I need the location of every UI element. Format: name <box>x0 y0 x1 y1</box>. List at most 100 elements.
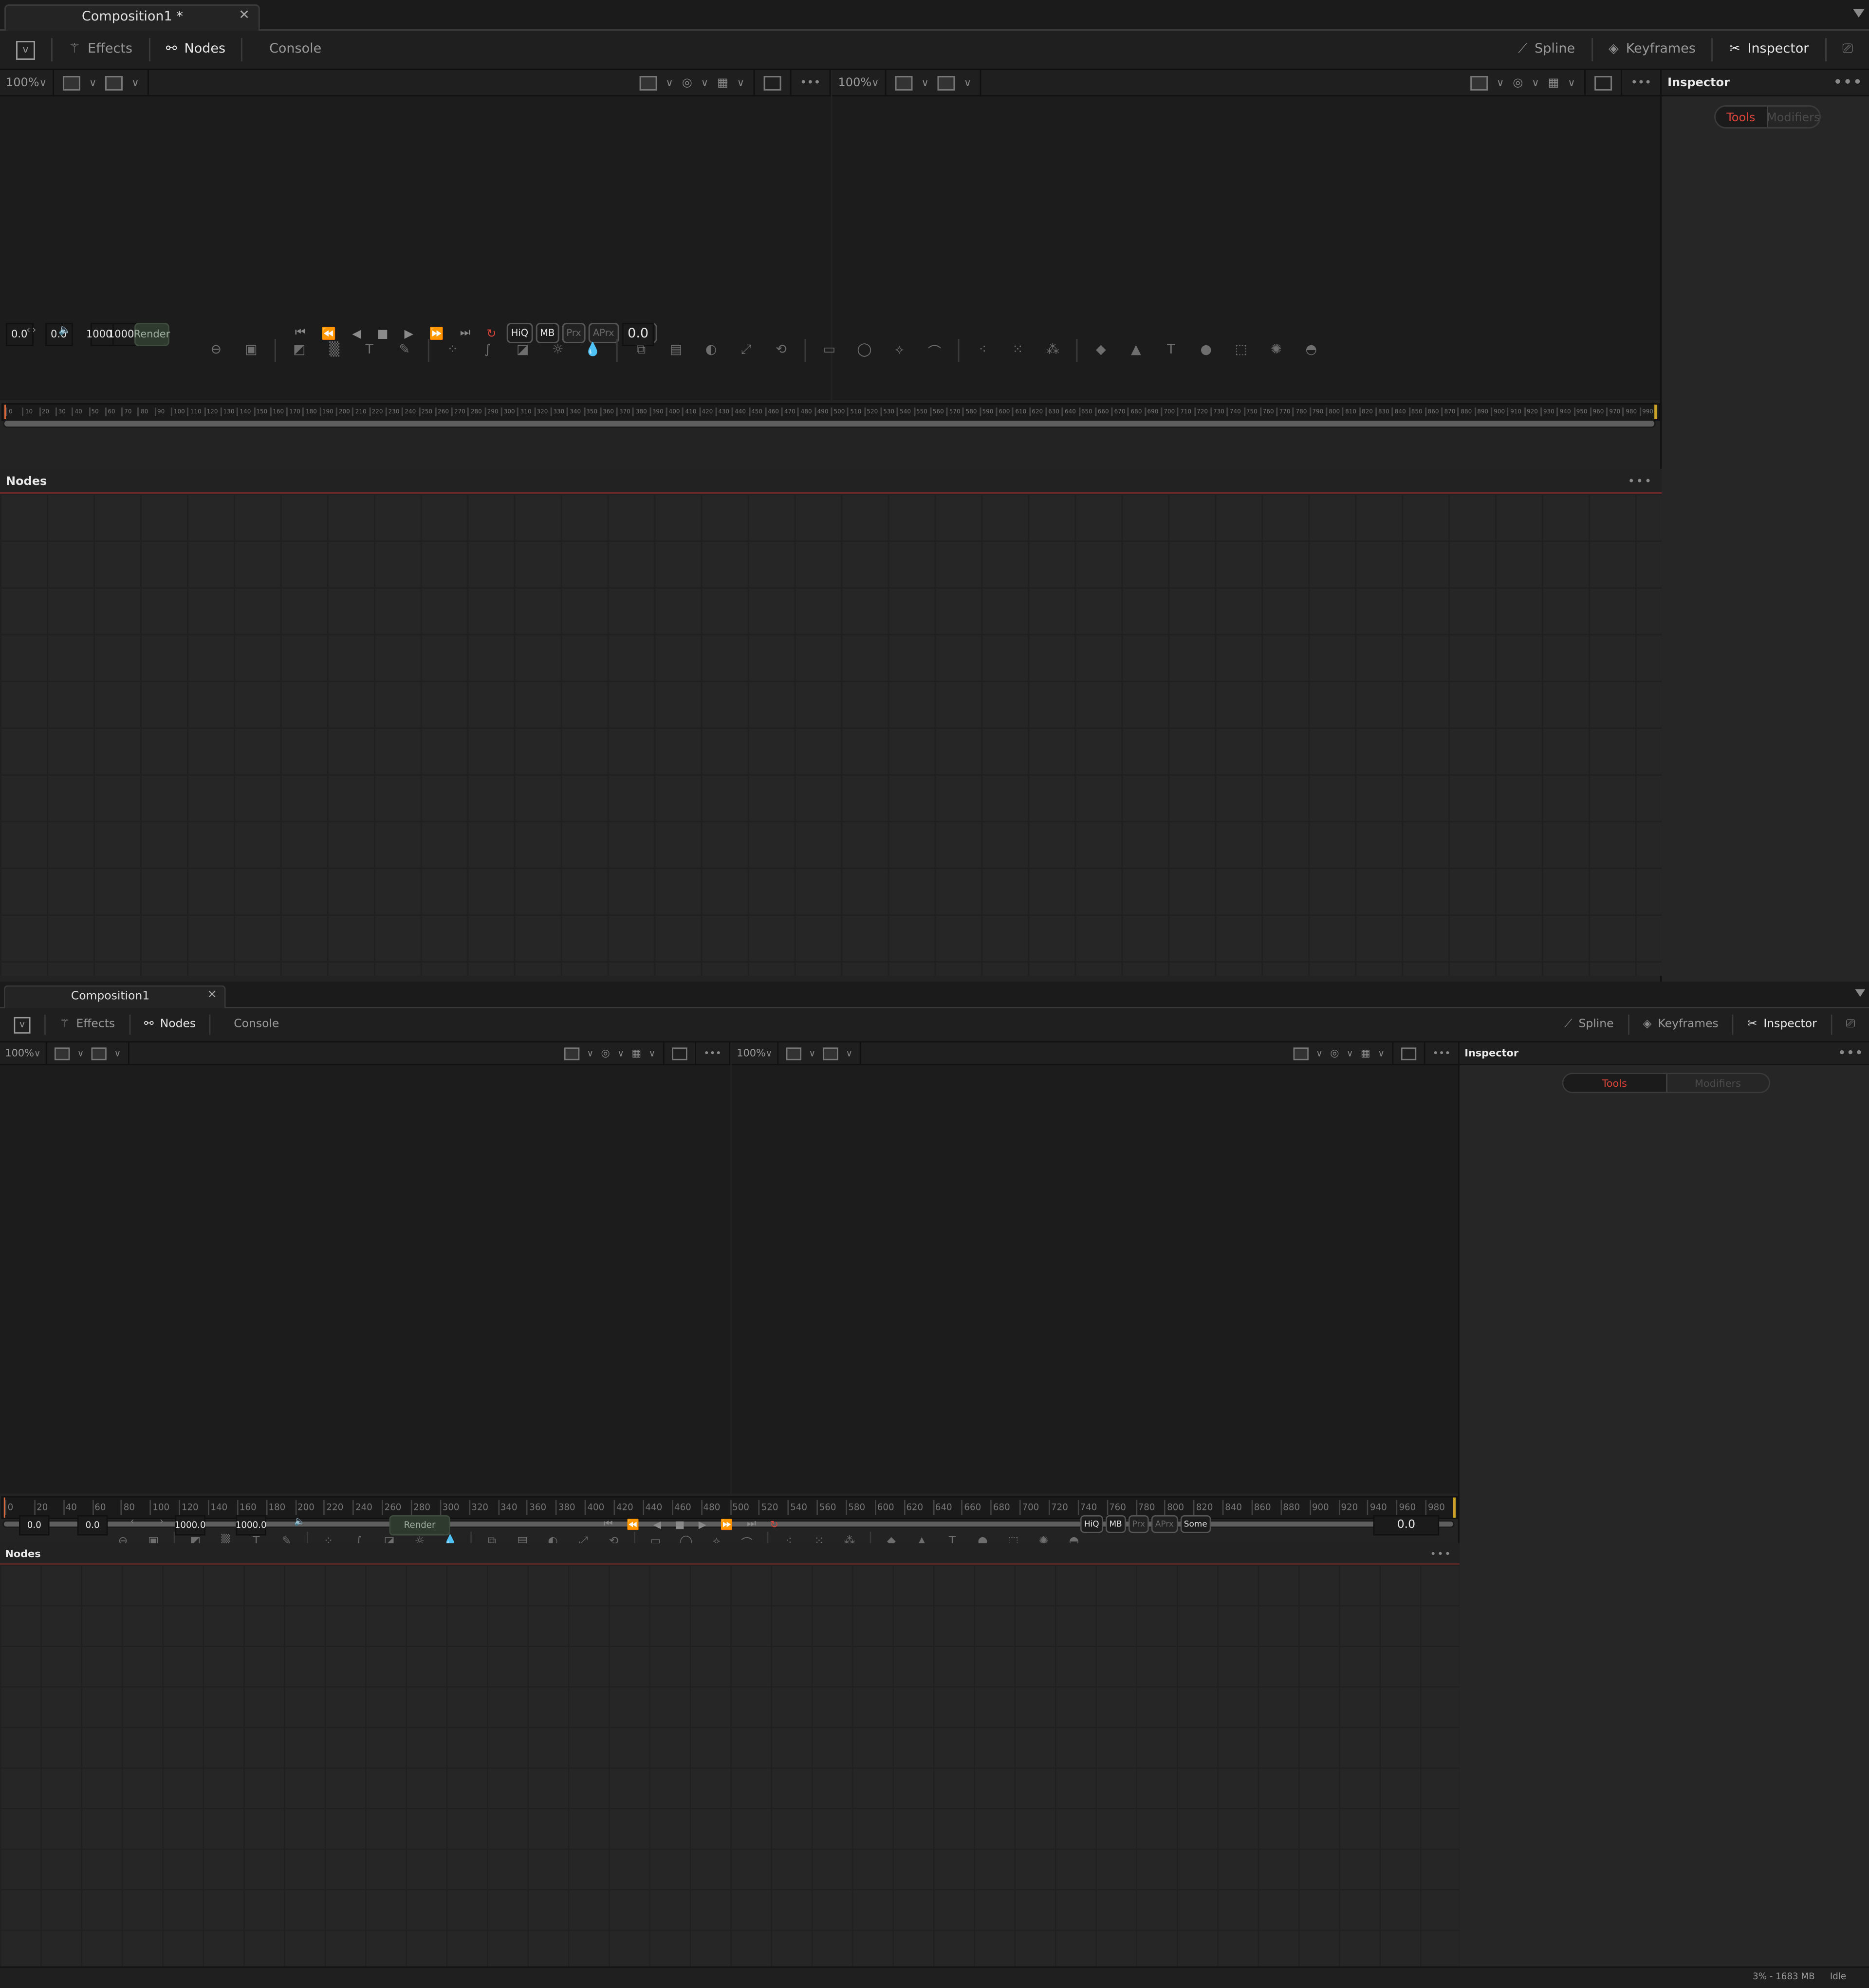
stop-icon[interactable]: ■ <box>675 1518 685 1529</box>
particle-merge-icon[interactable]: ⁂ <box>1038 339 1067 362</box>
go-to-end-icon[interactable]: ⏭ <box>747 1518 756 1530</box>
viewer-left-zoom[interactable]: 100% ∨ <box>0 70 54 95</box>
tab-modifiers[interactable]: Modifiers <box>1667 1074 1769 1092</box>
color-channels-icon[interactable]: ◎ <box>601 1047 610 1059</box>
resize-icon[interactable]: ⟲ <box>767 339 796 362</box>
fullscreen-viewer-button[interactable]: ⎚ <box>1826 31 1869 69</box>
nodes-button[interactable]: ⚯ Nodes <box>150 31 241 69</box>
composition-tab[interactable]: Composition1 ✕ <box>3 985 226 1008</box>
color-correct-icon[interactable]: ◪ <box>508 339 537 362</box>
keyframes-button[interactable]: ◈ Keyframes <box>1592 31 1712 69</box>
tab-dropdown-icon[interactable] <box>1855 989 1866 997</box>
more-options-icon[interactable]: ••• <box>1430 1547 1452 1559</box>
text-3d-icon[interactable]: T <box>1156 339 1185 362</box>
viewer-left[interactable] <box>0 1065 731 1494</box>
time-ruler[interactable]: 0 10 20 30 40 50 60 70 80 90 100 110 120 130 140 150 160… <box>1 403 1661 421</box>
global-start-field[interactable]: 0.0 <box>19 1515 50 1536</box>
render-end-marker[interactable] <box>1654 405 1658 419</box>
more-options-icon[interactable]: ••• <box>1833 75 1863 90</box>
chevron-down-icon[interactable]: ∨ <box>1316 1048 1322 1059</box>
roi-icon[interactable] <box>564 1047 580 1060</box>
more-options-icon[interactable]: ••• <box>1838 1047 1864 1059</box>
chevron-down-icon[interactable]: ∨ <box>666 77 673 89</box>
chevron-down-icon[interactable]: ∨ <box>921 77 928 89</box>
macro-icon[interactable]: ▣ <box>237 339 266 362</box>
quality-mb-button[interactable]: MB <box>1105 1515 1126 1533</box>
render-start-field[interactable]: 0.0 <box>77 1515 108 1536</box>
grid-icon[interactable]: ▦ <box>1548 76 1559 89</box>
chevron-down-icon[interactable]: ∨ <box>964 77 971 89</box>
fullscreen-viewer-button[interactable]: ⎚ <box>1832 1008 1869 1041</box>
go-to-start-icon[interactable]: ⏮ <box>604 1518 613 1530</box>
close-tab-icon[interactable]: ✕ <box>239 9 250 23</box>
image-plane-3d-icon[interactable]: ◆ <box>1086 339 1115 362</box>
chevron-down-icon[interactable]: ∨ <box>809 1048 815 1059</box>
chevron-down-icon[interactable]: ∨ <box>617 1048 624 1059</box>
effects-button[interactable]: ⚚ Effects <box>53 31 148 69</box>
grid-icon[interactable]: ▦ <box>717 76 728 89</box>
camera-3d-icon[interactable]: ⬚ <box>1226 339 1256 362</box>
chevron-right-icon[interactable]: › <box>32 324 36 336</box>
color-corrector-drop-icon[interactable]: 💧 <box>578 339 608 362</box>
chevron-down-icon[interactable]: ∨ <box>131 77 139 89</box>
effects-button[interactable]: ⚚ Effects <box>46 1008 129 1041</box>
pipe-router-icon[interactable]: ⊖ <box>202 339 231 362</box>
step-back-icon[interactable]: ⏪ <box>627 1518 639 1529</box>
chevron-down-icon[interactable]: ∨ <box>89 77 96 89</box>
chevron-left-icon[interactable]: ‹ <box>130 1517 134 1527</box>
paint-icon[interactable]: ✎ <box>390 339 419 362</box>
safe-frame-icon[interactable] <box>671 1047 687 1060</box>
chevron-down-icon[interactable]: ∨ <box>1378 1048 1384 1059</box>
inspector-button[interactable]: ✂ Inspector <box>1713 31 1825 69</box>
tab-dropdown-icon[interactable] <box>1852 9 1865 18</box>
view-options-icon[interactable] <box>937 75 955 90</box>
inspector-button[interactable]: ✂ Inspector <box>1734 1008 1831 1041</box>
viewer-right-zoom[interactable]: 100% ∨ <box>833 70 887 95</box>
tab-tools[interactable]: Tools <box>1563 1074 1667 1092</box>
chevron-down-icon[interactable]: ∨ <box>1497 77 1504 89</box>
audio-icon[interactable]: 🔈 <box>58 324 71 336</box>
view-options-icon[interactable] <box>91 1047 107 1060</box>
compare-icon[interactable] <box>895 75 913 90</box>
more-options-icon[interactable]: ••• <box>703 1047 722 1059</box>
spotlight-3d-icon[interactable]: ✺ <box>1261 339 1291 362</box>
merge-3d-icon[interactable]: ● <box>1191 339 1221 362</box>
chevron-down-icon[interactable]: ∨ <box>1347 1048 1353 1059</box>
compare-icon[interactable] <box>786 1047 802 1060</box>
keyframes-button[interactable]: ◈ Keyframes <box>1629 1008 1733 1041</box>
loop-icon[interactable]: ↻ <box>770 1518 778 1529</box>
viewer-left-zoom[interactable]: 100% ∨ <box>0 1042 47 1064</box>
shape-3d-icon[interactable]: ▲ <box>1121 339 1150 362</box>
quality-prx-button[interactable]: Prx <box>1128 1515 1149 1533</box>
bspline-mask-icon[interactable]: ⌒ <box>920 339 949 362</box>
transform-icon[interactable]: ⤢ <box>732 339 761 362</box>
chevron-down-icon[interactable]: ∨ <box>846 1048 852 1059</box>
more-options-icon[interactable]: ••• <box>1628 474 1653 487</box>
viewer-right[interactable] <box>731 1065 1460 1494</box>
console-button[interactable]: Console <box>211 1008 293 1041</box>
chevron-down-icon[interactable]: ∨ <box>701 77 708 89</box>
grid-icon[interactable]: ▦ <box>1361 1047 1370 1059</box>
viewer-right-zoom[interactable]: 100% ∨ <box>732 1042 779 1064</box>
console-button[interactable]: Console <box>243 31 337 69</box>
node-editor-canvas[interactable] <box>0 1564 1460 1967</box>
color-channels-icon[interactable]: ◎ <box>682 76 692 89</box>
color-channels-icon[interactable]: ◎ <box>1513 76 1523 89</box>
tab-modifiers[interactable]: Modifiers <box>1767 107 1819 127</box>
ellipse-mask-icon[interactable]: ◯ <box>850 339 879 362</box>
roi-icon[interactable] <box>1293 1047 1309 1060</box>
chevron-down-icon[interactable]: ∨ <box>114 1048 121 1059</box>
chevron-down-icon[interactable]: ∨ <box>587 1048 593 1059</box>
panel-toggle-button[interactable]: v <box>0 31 51 69</box>
roi-icon[interactable] <box>1470 75 1488 90</box>
node-editor-canvas[interactable] <box>0 494 1662 976</box>
tab-tools[interactable]: Tools <box>1716 107 1768 127</box>
chevron-down-icon[interactable]: ∨ <box>737 77 744 89</box>
chevron-down-icon[interactable]: ∨ <box>1568 77 1575 89</box>
play-reverse-icon[interactable]: ◀ <box>653 1518 661 1529</box>
compare-icon[interactable] <box>54 1047 70 1060</box>
polygon-mask-icon[interactable]: ⟡ <box>885 339 914 362</box>
step-forward-icon[interactable]: ⏩ <box>720 1518 733 1529</box>
blur-icon[interactable]: ⁘ <box>438 339 467 362</box>
safe-frame-icon[interactable] <box>1594 75 1612 90</box>
